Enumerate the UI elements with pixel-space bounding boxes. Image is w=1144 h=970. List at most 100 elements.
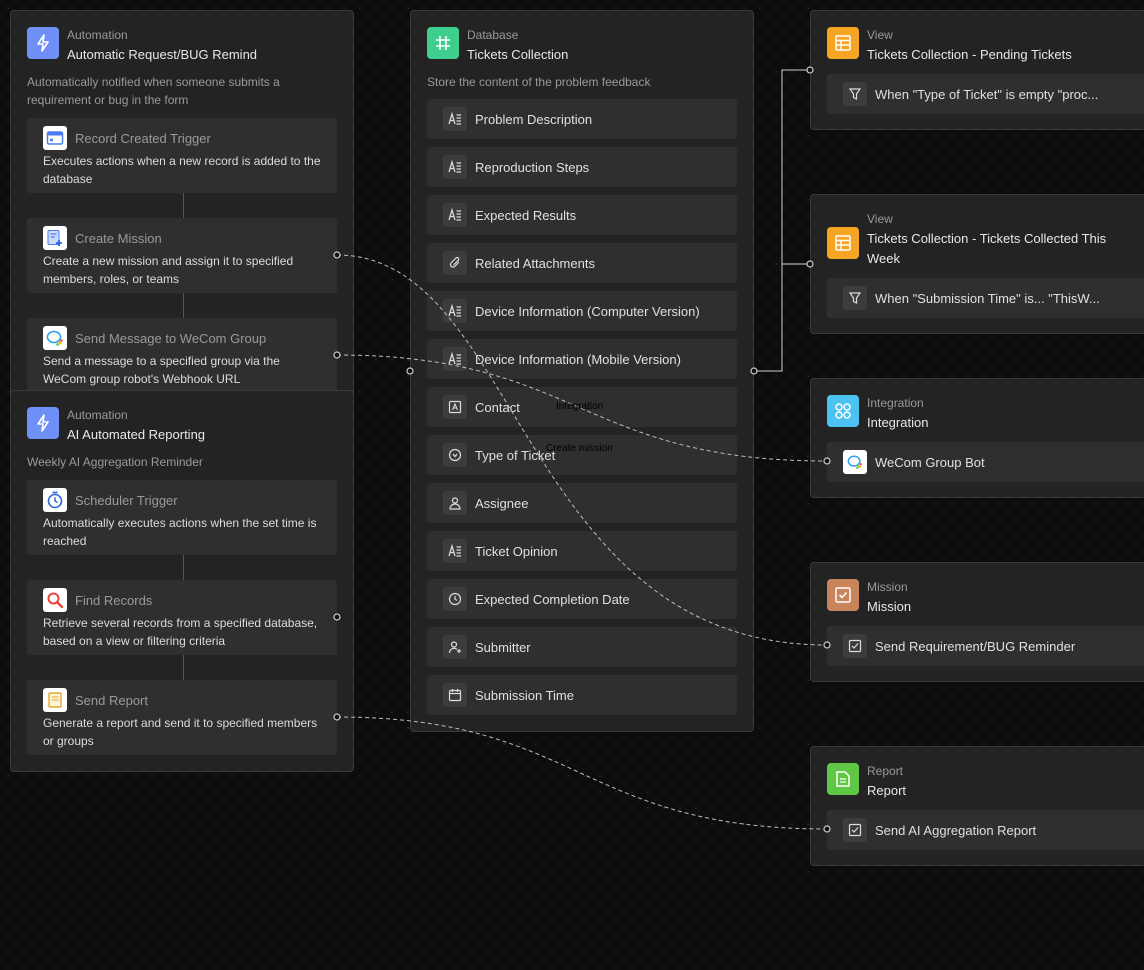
field-label: Contact <box>475 399 520 415</box>
long-text-icon <box>443 203 467 227</box>
view-card-pending-tickets[interactable]: View Tickets Collection - Pending Ticket… <box>810 10 1144 130</box>
step-name: Create Mission <box>75 230 162 246</box>
create-mission-icon <box>43 226 67 250</box>
person-add-icon <box>443 635 467 659</box>
integration-item-row[interactable]: WeCom Group Bot <box>827 442 1144 482</box>
card-description: Automatically notified when someone subm… <box>27 75 280 107</box>
field-label: Reproduction Steps <box>475 159 590 175</box>
card-type-label: Integration <box>867 396 924 410</box>
wecom-icon <box>843 450 867 474</box>
field-problem-description[interactable]: Problem Description <box>427 99 737 139</box>
calendar-icon <box>443 683 467 707</box>
step-name: Scheduler Trigger <box>75 492 178 508</box>
send-report-icon <box>43 688 67 712</box>
field-label: Submitter <box>475 639 531 655</box>
view-card-collected-this-week[interactable]: View Tickets Collection - Tickets Collec… <box>810 194 1144 334</box>
filter-icon <box>843 286 867 310</box>
database-card-tickets[interactable]: Database Tickets Collection Store the co… <box>410 10 754 732</box>
step-description: Retrieve several records from a specifie… <box>43 616 318 648</box>
scheduler-icon <box>43 488 67 512</box>
long-text-icon <box>443 539 467 563</box>
step-send-report[interactable]: Send Report Generate a report and send i… <box>27 680 337 755</box>
lightning-icon <box>27 407 59 439</box>
field-label: Device Information (Computer Version) <box>475 303 700 319</box>
mission-item-row[interactable]: Send Requirement/BUG Reminder <box>827 626 1144 666</box>
filter-label: When "Type of Ticket" is empty "proc... <box>875 86 1099 102</box>
filter-icon <box>843 82 867 106</box>
card-description: Weekly AI Aggregation Reminder <box>27 455 203 469</box>
link-send-report-to-report <box>336 716 828 830</box>
grid-view-icon <box>827 227 859 259</box>
field-expected-results[interactable]: Expected Results <box>427 195 737 235</box>
field-label: Assignee <box>475 495 529 511</box>
card-title: Report <box>867 783 907 798</box>
grid-view-icon <box>827 27 859 59</box>
field-submission-time[interactable]: Submission Time <box>427 675 737 715</box>
edge-label-create-mission: Create mission <box>546 443 613 454</box>
wecom-icon <box>43 326 67 350</box>
card-type-label: View <box>867 28 893 42</box>
record-created-icon <box>43 126 67 150</box>
field-device-info-mobile[interactable]: Device Information (Mobile Version) <box>427 339 737 379</box>
field-label: Type of Ticket <box>475 447 556 463</box>
long-text-icon <box>443 155 467 179</box>
step-connector <box>183 293 184 318</box>
step-description: Generate a report and send it to specifi… <box>43 716 318 748</box>
step-description: Send a message to a specified group via … <box>43 354 280 386</box>
link-database-to-views <box>754 69 810 372</box>
paperclip-icon <box>443 251 467 275</box>
card-title: Automatic Request/BUG Remind <box>67 47 258 62</box>
field-assignee[interactable]: Assignee <box>427 483 737 523</box>
report-card[interactable]: Report Report Send AI Aggregation Report <box>810 746 1144 866</box>
person-icon <box>443 491 467 515</box>
field-ticket-opinion[interactable]: Ticket Opinion <box>427 531 737 571</box>
card-type-label: View <box>867 212 893 226</box>
step-description: Automatically executes actions when the … <box>43 516 317 548</box>
mission-card[interactable]: Mission Mission Send Requirement/BUG Rem… <box>810 562 1144 682</box>
checkbox-icon <box>843 634 867 658</box>
card-description: Store the content of the problem feedbac… <box>427 75 651 89</box>
step-name: Send Message to WeCom Group <box>75 330 267 346</box>
field-label: Related Attachments <box>475 255 595 271</box>
integration-card[interactable]: Integration Integration WeCom Group Bot <box>810 378 1144 498</box>
step-connector <box>183 555 184 580</box>
step-connector <box>183 193 184 218</box>
card-type-label: Mission <box>867 580 908 594</box>
field-expected-completion-date[interactable]: Expected Completion Date <box>427 579 737 619</box>
view-filter-row[interactable]: When "Type of Ticket" is empty "proc... <box>827 74 1144 114</box>
card-title: Mission <box>867 599 912 614</box>
field-type-of-ticket[interactable]: Type of Ticket <box>427 435 737 475</box>
automation-card-request-bug[interactable]: Automation Automatic Request/BUG Remind … <box>10 10 354 400</box>
step-scheduler-trigger[interactable]: Scheduler Trigger Automatically executes… <box>27 480 337 555</box>
edge-label-integration: Integration <box>556 401 604 412</box>
card-title: Tickets Collection - Tickets Collected T… <box>867 231 1107 266</box>
step-connector <box>183 655 184 680</box>
find-records-icon <box>43 588 67 612</box>
field-device-info-computer[interactable]: Device Information (Computer Version) <box>427 291 737 331</box>
field-submitter[interactable]: Submitter <box>427 627 737 667</box>
card-type-label: Automation <box>67 28 128 42</box>
report-document-icon <box>827 763 859 795</box>
automation-card-ai-reporting[interactable]: Automation AI Automated Reporting Weekly… <box>10 390 354 772</box>
report-item-row[interactable]: Send AI Aggregation Report <box>827 810 1144 850</box>
checkbox-icon <box>843 818 867 842</box>
long-text-icon <box>443 107 467 131</box>
report-item-label: Send AI Aggregation Report <box>875 822 1037 838</box>
lightning-icon <box>27 27 59 59</box>
field-reproduction-steps[interactable]: Reproduction Steps <box>427 147 737 187</box>
step-record-created-trigger[interactable]: Record Created Trigger Executes actions … <box>27 118 337 193</box>
step-create-mission[interactable]: Create Mission Create a new mission and … <box>27 218 337 293</box>
single-select-icon <box>443 443 467 467</box>
view-filter-row[interactable]: When "Submission Time" is... "ThisW... <box>827 278 1144 318</box>
database-hash-icon <box>427 27 459 59</box>
step-find-records[interactable]: Find Records Retrieve several records fr… <box>27 580 337 655</box>
step-send-wecom-message[interactable]: Send Message to WeCom Group Send a messa… <box>27 318 337 393</box>
card-type-label: Report <box>867 764 904 778</box>
mission-item-label: Send Requirement/BUG Reminder <box>875 638 1076 654</box>
integration-apps-icon <box>827 395 859 427</box>
long-text-icon <box>443 299 467 323</box>
step-description: Create a new mission and assign it to sp… <box>43 254 294 286</box>
field-related-attachments[interactable]: Related Attachments <box>427 243 737 283</box>
field-label: Expected Results <box>475 207 577 223</box>
step-name: Send Report <box>75 692 148 708</box>
